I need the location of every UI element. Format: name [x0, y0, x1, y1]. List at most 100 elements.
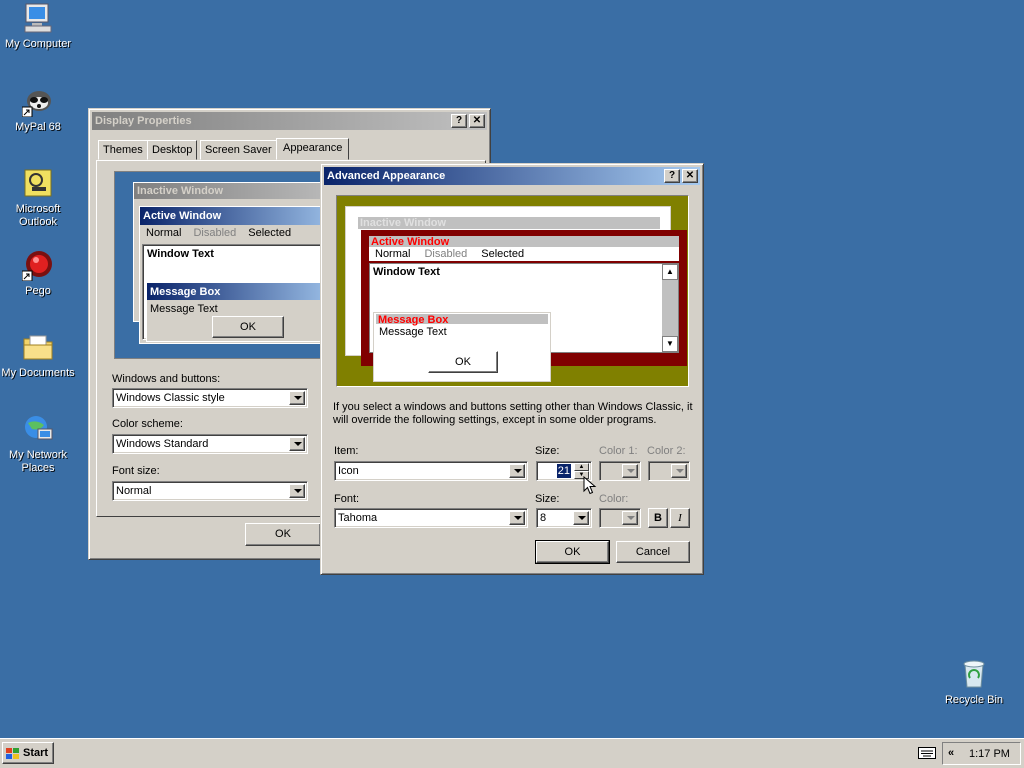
- windows-buttons-select[interactable]: Windows Classic style: [112, 388, 308, 408]
- advanced-preview[interactable]: Inactive Window Active Window Normal Dis…: [336, 195, 689, 387]
- chevron-down-icon[interactable]: [622, 511, 638, 525]
- window-title: Advanced Appearance: [327, 170, 446, 182]
- tab-screen-saver[interactable]: Screen Saver: [200, 140, 277, 160]
- scroll-down-icon: ▼: [662, 336, 678, 352]
- preview-menu: Normal Disabled Selected: [369, 247, 679, 261]
- raccoon-icon: [21, 85, 54, 118]
- appearance-preview: Inactive Window Active Window Normal Dis…: [114, 171, 353, 359]
- clock[interactable]: 1:17 PM: [969, 748, 1010, 760]
- italic-button[interactable]: I: [670, 508, 690, 528]
- desktop-icon-recycle-bin[interactable]: Recycle Bin: [936, 658, 1012, 707]
- color1-label: Color 1:: [599, 445, 638, 457]
- preview-message-box-title: Message Box: [376, 314, 548, 326]
- font-label: Font:: [334, 493, 360, 505]
- font-size-select[interactable]: 8: [536, 508, 592, 528]
- font-size-select[interactable]: Normal: [112, 481, 308, 501]
- windows-logo-icon: [6, 747, 20, 767]
- taskbar: Start « 1:17 PM: [0, 738, 1024, 768]
- tab-desktop[interactable]: Desktop: [147, 140, 198, 160]
- bold-button[interactable]: B: [648, 508, 668, 528]
- ok-button[interactable]: OK: [535, 540, 610, 564]
- chevron-down-icon[interactable]: [573, 511, 589, 525]
- item-label: Item:: [334, 445, 359, 457]
- preview-message-box: Message Box Message Text OK: [373, 312, 551, 382]
- keyboard-icon[interactable]: [918, 747, 936, 762]
- preview-menu-disabled: Disabled: [193, 227, 237, 239]
- preview-window-text: Window Text: [373, 266, 440, 278]
- network-icon: [22, 413, 54, 445]
- chevron-down-icon[interactable]: [289, 391, 305, 405]
- desktop-icon-label: Pego: [25, 285, 51, 297]
- chevron-down-icon[interactable]: [509, 511, 525, 525]
- red-ball-icon: [21, 249, 54, 282]
- start-label: Start: [23, 747, 49, 759]
- window-title: Display Properties: [95, 115, 192, 127]
- windows-buttons-label: Windows and buttons:: [112, 373, 221, 385]
- preview-menu-normal: Normal: [146, 227, 182, 239]
- desktop-icon-pego[interactable]: Pego: [0, 249, 76, 298]
- preview-active-title: Active Window: [369, 236, 679, 248]
- desktop-icon-mypal[interactable]: MyPal 68: [0, 85, 76, 134]
- mouse-cursor-icon: [583, 475, 597, 499]
- desktop-icon-label: My Network Places: [8, 449, 68, 474]
- chevron-down-icon[interactable]: [509, 464, 525, 478]
- preview-menu-disabled: Disabled: [424, 248, 468, 260]
- desktop-icon-label: Recycle Bin: [944, 694, 1004, 706]
- help-button[interactable]: ?: [664, 169, 680, 183]
- preview-menu-selected: Selected: [248, 227, 292, 239]
- chevron-down-icon[interactable]: [671, 464, 687, 478]
- close-button[interactable]: ✕: [682, 169, 698, 183]
- tray-expand-button[interactable]: «: [948, 747, 954, 759]
- preview-inactive-title: Inactive Window: [358, 217, 660, 229]
- desktop-icon-label: My Documents: [1, 367, 75, 379]
- chevron-down-icon[interactable]: [289, 437, 305, 451]
- tab-strip: Themes Desktop Screen Saver Appearance: [98, 138, 478, 162]
- preview-ok-button: OK: [212, 316, 284, 338]
- preview-scrollbar: ▲ ▼: [662, 264, 678, 352]
- font-size-label: Size:: [535, 493, 560, 505]
- color2-picker[interactable]: [648, 461, 690, 481]
- desktop-icon-my-documents[interactable]: My Documents: [0, 331, 76, 380]
- font-color-picker[interactable]: [599, 508, 641, 528]
- folder-icon: [22, 331, 54, 363]
- preview-active-title: Active Window: [140, 207, 348, 225]
- advanced-appearance-titlebar[interactable]: Advanced Appearance ? ✕: [324, 167, 700, 185]
- item-size-value[interactable]: 21: [556, 464, 571, 478]
- advanced-appearance-window: Advanced Appearance ? ✕ Inactive Window …: [320, 163, 704, 575]
- help-button[interactable]: ?: [451, 114, 467, 128]
- color-scheme-select[interactable]: Windows Standard: [112, 434, 308, 454]
- font-select[interactable]: Tahoma: [334, 508, 528, 528]
- color2-label: Color 2:: [647, 445, 686, 457]
- tab-appearance[interactable]: Appearance: [276, 138, 350, 160]
- color1-picker[interactable]: [599, 461, 641, 481]
- start-button[interactable]: Start: [2, 742, 54, 764]
- preview-message-box-title: Message Box: [147, 283, 345, 300]
- recycle-bin-icon: [958, 658, 990, 690]
- cancel-button[interactable]: Cancel: [616, 541, 690, 563]
- desktop-icon-label: MyPal 68: [15, 121, 61, 133]
- chevron-down-icon[interactable]: [289, 484, 305, 498]
- display-properties-titlebar[interactable]: Display Properties ? ✕: [92, 112, 487, 130]
- system-tray: « 1:17 PM: [942, 742, 1021, 765]
- desktop-icon-label: Microsoft Outlook: [15, 203, 61, 228]
- font-color-label: Color:: [599, 493, 629, 505]
- close-button[interactable]: ✕: [469, 114, 485, 128]
- preview-message-box: Message Box Message Text OK: [146, 282, 346, 342]
- info-text: If you select a windows and buttons sett…: [333, 401, 693, 426]
- ok-button[interactable]: OK: [245, 523, 321, 546]
- scroll-up-icon: ▲: [662, 264, 678, 280]
- desktop-icon-outlook[interactable]: Microsoft Outlook: [0, 167, 76, 229]
- tab-themes[interactable]: Themes: [98, 140, 148, 160]
- desktop-icon-my-computer[interactable]: My Computer: [0, 2, 76, 51]
- font-size-label: Font size:: [112, 465, 160, 477]
- outlook-icon: [22, 167, 54, 199]
- spinner-up-icon[interactable]: ▲: [574, 463, 589, 471]
- computer-icon: [22, 2, 54, 34]
- preview-menu-normal: Normal: [375, 248, 411, 260]
- item-select[interactable]: Icon: [334, 461, 528, 481]
- preview-ok-button: OK: [428, 351, 498, 373]
- preview-message-text: Message Text: [379, 326, 447, 338]
- desktop-icon-network[interactable]: My Network Places: [0, 413, 76, 475]
- preview-menu-selected: Selected: [481, 248, 525, 260]
- chevron-down-icon[interactable]: [622, 464, 638, 478]
